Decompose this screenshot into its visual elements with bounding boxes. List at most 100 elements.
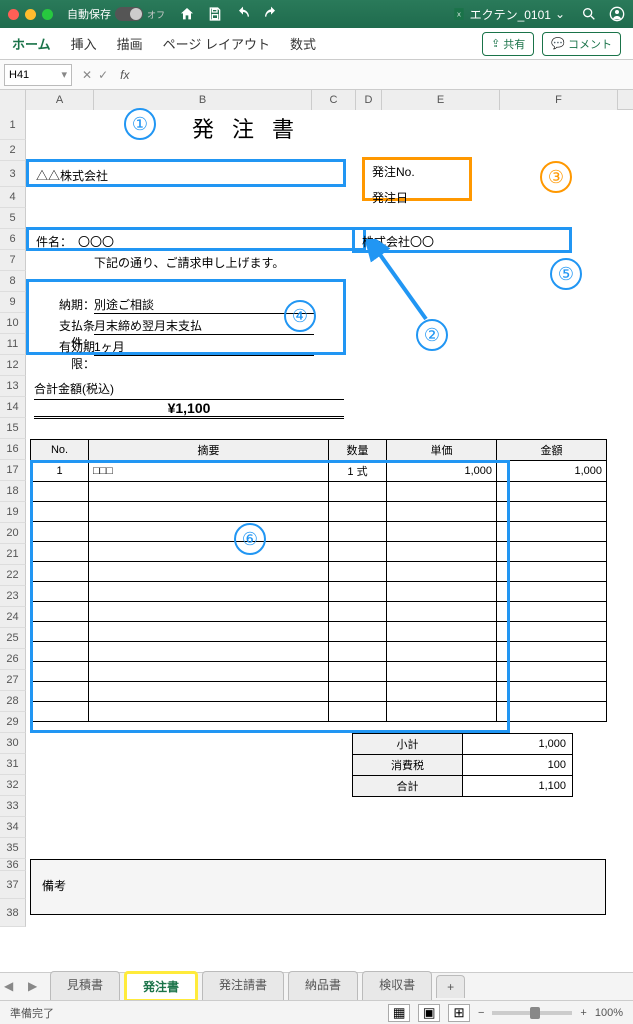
ribbon-tab-formula[interactable]: 数式 (290, 34, 316, 53)
column-header-F[interactable]: F (500, 90, 618, 110)
select-all-corner[interactable] (0, 90, 26, 110)
row-header-20[interactable]: 20 (0, 523, 26, 544)
accept-formula-icon[interactable]: ✓ (98, 68, 108, 82)
filename-text: エクテン_0101 (470, 6, 551, 23)
titlebar-right (581, 6, 625, 22)
term-value-0: 別途ご相談 (94, 296, 314, 314)
row-header-14[interactable]: 14 (0, 397, 26, 418)
sheet-tab-3[interactable]: 納品書 (288, 971, 358, 1002)
total-row-label: 消費税 (353, 755, 463, 776)
save-icon[interactable] (207, 6, 223, 22)
view-pagebreak-button[interactable]: ⊞ (448, 1004, 470, 1022)
column-header-B[interactable]: B (94, 90, 312, 110)
row-header-15[interactable]: 15 (0, 418, 26, 439)
row-header-28[interactable]: 28 (0, 691, 26, 712)
row-header-33[interactable]: 33 (0, 796, 26, 817)
sheet-tab-4[interactable]: 検収書 (362, 971, 432, 1002)
zoom-slider[interactable] (492, 1011, 572, 1015)
table-body-box (30, 460, 510, 733)
maximize-window-button[interactable] (42, 9, 53, 20)
view-normal-button[interactable]: ▦ (388, 1004, 410, 1022)
ribbon-tab-layout[interactable]: ページ レイアウト (163, 34, 270, 53)
row-header-12[interactable]: 12 (0, 355, 26, 376)
home-icon[interactable] (179, 6, 195, 22)
row-header-24[interactable]: 24 (0, 607, 26, 628)
row-header-31[interactable]: 31 (0, 754, 26, 775)
cancel-formula-icon[interactable]: ✕ (82, 68, 92, 82)
add-sheet-button[interactable]: + (436, 975, 465, 998)
row-header-23[interactable]: 23 (0, 586, 26, 607)
row-header-5[interactable]: 5 (0, 208, 26, 229)
user-icon[interactable] (609, 6, 625, 22)
status-ready: 準備完了 (10, 1005, 54, 1021)
row-header-18[interactable]: 18 (0, 481, 26, 502)
row-header-36[interactable]: 36 (0, 859, 26, 871)
row-header-19[interactable]: 19 (0, 502, 26, 523)
annotation-4: ④ (284, 300, 316, 332)
row-header-27[interactable]: 27 (0, 670, 26, 691)
row-header-1[interactable]: 1 (0, 110, 26, 140)
row-header-26[interactable]: 26 (0, 649, 26, 670)
total-row-value: 100 (463, 755, 573, 776)
filename-area[interactable]: X エクテン_0101 ⌄ (452, 6, 565, 23)
share-button[interactable]: ⇪共有 (482, 32, 534, 56)
column-header-D[interactable]: D (356, 90, 382, 110)
row-header-25[interactable]: 25 (0, 628, 26, 649)
fx-label[interactable]: fx (114, 68, 135, 82)
row-header-11[interactable]: 11 (0, 334, 26, 355)
row-header-10[interactable]: 10 (0, 313, 26, 334)
chevron-down-icon[interactable]: ⌄ (555, 7, 565, 21)
sheet-tab-0[interactable]: 見積書 (50, 971, 120, 1002)
ribbon-tab-draw[interactable]: 描画 (117, 34, 143, 53)
row-header-9[interactable]: 9 (0, 292, 26, 313)
redo-icon[interactable] (263, 6, 279, 22)
row-header-32[interactable]: 32 (0, 775, 26, 796)
column-header-A[interactable]: A (26, 90, 94, 110)
sheet-tab-2[interactable]: 発注請書 (202, 971, 284, 1002)
undo-icon[interactable] (235, 6, 251, 22)
zoom-in-button[interactable]: + (580, 1007, 586, 1019)
table-header-2: 数量 (329, 440, 387, 461)
row-header-35[interactable]: 35 (0, 838, 26, 859)
name-box[interactable]: H41▾ (4, 64, 72, 86)
sheet-tab-1[interactable]: 発注書 (124, 971, 198, 1002)
table-header-3: 単価 (387, 440, 497, 461)
row-header-13[interactable]: 13 (0, 376, 26, 397)
row-header-2[interactable]: 2 (0, 140, 26, 161)
row-header-17[interactable]: 17 (0, 460, 26, 481)
formula-input[interactable] (135, 64, 633, 86)
total-value: ¥1,100 (34, 399, 344, 419)
ribbon-tab-insert[interactable]: 挿入 (71, 34, 97, 53)
view-pagelayout-button[interactable]: ▣ (418, 1004, 440, 1022)
row-header-21[interactable]: 21 (0, 544, 26, 565)
minimize-window-button[interactable] (25, 9, 36, 20)
column-header-C[interactable]: C (312, 90, 356, 110)
toggle-switch[interactable] (115, 7, 143, 21)
row-header-7[interactable]: 7 (0, 250, 26, 271)
row-header-8[interactable]: 8 (0, 271, 26, 292)
column-header-E[interactable]: E (382, 90, 500, 110)
row-header-29[interactable]: 29 (0, 712, 26, 733)
term-label-0: 納期： (40, 296, 95, 313)
row-header-6[interactable]: 6 (0, 229, 26, 250)
zoom-out-button[interactable]: − (478, 1007, 484, 1019)
close-window-button[interactable] (8, 9, 19, 20)
autosave-toggle[interactable]: 自動保存 オフ (67, 6, 165, 22)
sheet-nav-prev[interactable]: ◀ (4, 979, 20, 995)
total-row-label: 合計 (353, 776, 463, 797)
row-header-37[interactable]: 37 (0, 871, 26, 899)
ribbon-tab-home[interactable]: ホーム (12, 34, 51, 53)
row-header-4[interactable]: 4 (0, 187, 26, 208)
row-header-3[interactable]: 3 (0, 161, 26, 187)
comment-button[interactable]: 💬コメント (542, 32, 621, 56)
row-header-16[interactable]: 16 (0, 439, 26, 460)
row-header-34[interactable]: 34 (0, 817, 26, 838)
search-icon[interactable] (581, 6, 597, 22)
table-header-4: 金額 (497, 440, 607, 461)
row-header-22[interactable]: 22 (0, 565, 26, 586)
row-header-30[interactable]: 30 (0, 733, 26, 754)
worksheet[interactable]: ABCDEF 123456789101112131415161718192021… (0, 90, 633, 980)
row-header-38[interactable]: 38 (0, 899, 26, 927)
sheet-nav-next[interactable]: ▶ (28, 979, 44, 995)
total-label: 合計金額(税込) (34, 380, 114, 397)
